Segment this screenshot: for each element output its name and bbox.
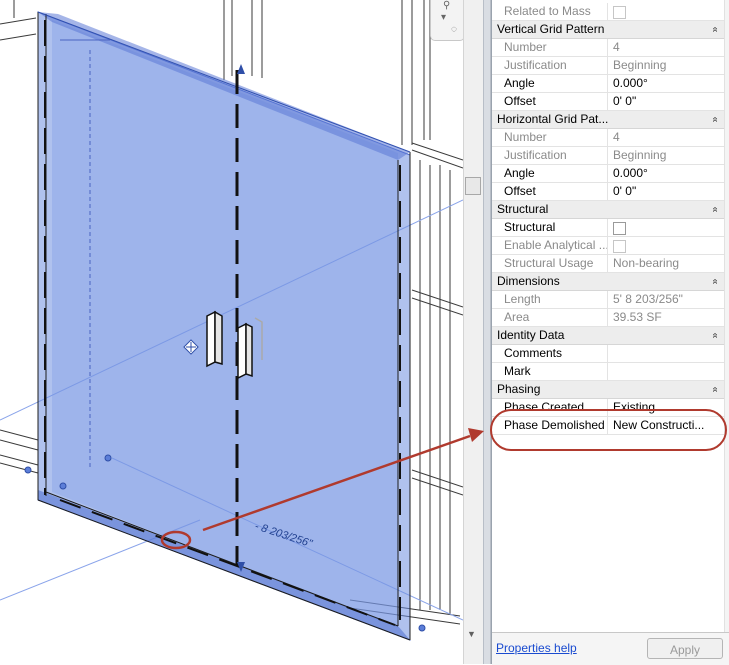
property-row: Enable Analytical ... [492,237,724,255]
group-label: Vertical Grid Pattern [497,22,605,36]
drawing-viewport[interactable]: - 8 203/256" [0,0,463,664]
chevron-down-icon[interactable]: ▾ [441,12,446,23]
panel-splitter[interactable] [483,0,491,664]
property-row: Structural Usage Non-bearing [492,255,724,273]
property-checkbox [613,6,626,20]
property-value: 4 [613,40,620,54]
property-row: Area 39.53 SF [492,309,724,327]
group-label: Horizontal Grid Pat... [497,112,609,126]
collapse-chevron-icon[interactable]: » [707,207,724,213]
property-row[interactable]: Phase Demolished New Constructi... [492,417,724,435]
property-checkbox-cell [609,237,724,254]
viewport-scrollbar-thumb[interactable] [465,177,481,195]
property-row: Length 5' 8 203/256" [492,291,724,309]
property-value[interactable]: Existing [609,399,724,416]
property-value: Non-bearing [613,256,680,270]
property-name: Offset [492,183,608,200]
property-value[interactable]: 0' 0" [609,183,724,200]
property-value[interactable] [609,363,724,380]
property-name: Phase Demolished [492,417,608,434]
property-name: Structural [492,219,608,236]
property-row: Number 4 [492,39,724,57]
flip-arrow-top-icon [237,64,245,74]
property-name: Structural Usage [492,255,608,272]
property-name: Number [492,39,608,56]
property-row[interactable]: Offset 0' 0" [492,183,724,201]
property-group-header[interactable]: Horizontal Grid Pat... » [492,111,724,129]
properties-palette: Related to Mass Vertical Grid Pattern » Num… [491,0,729,665]
property-checkbox[interactable] [613,222,626,236]
property-group-header[interactable]: Phasing » [492,381,724,399]
collapse-chevron-icon[interactable]: » [707,27,724,33]
property-row[interactable]: Mark [492,363,724,381]
zoom-icon[interactable]: ⚲ [443,0,450,11]
curtain-wall-drawing [0,0,463,641]
navigation-bar[interactable]: ⚲ ▾ ◌ [430,0,465,41]
property-group-header[interactable]: Structural » [492,201,724,219]
property-group-header[interactable]: Identity Data » [492,327,724,345]
property-value[interactable]: 0.000° [609,165,724,182]
group-label: Identity Data [497,328,565,342]
property-name: Number [492,129,608,146]
property-row[interactable]: Structural [492,219,724,237]
scroll-down-arrow-icon[interactable]: ▼ [467,629,476,639]
property-name: Mark [492,363,608,380]
property-row[interactable]: Offset 0' 0" [492,93,724,111]
property-name: Phase Created [492,399,608,416]
property-checkbox-cell[interactable] [609,219,724,236]
property-value[interactable] [609,345,724,362]
property-row: Related to Mass [492,3,724,21]
group-label: Structural [497,202,549,216]
viewport-scrollbar[interactable] [463,0,484,664]
property-row: Number 4 [492,129,724,147]
property-group-header[interactable]: Vertical Grid Pattern » [492,21,724,39]
property-value: 39.53 SF [613,310,662,324]
property-name: Length [492,291,608,308]
apply-button[interactable]: Apply [647,638,723,659]
property-name: Enable Analytical ... [492,237,608,254]
property-row: Justification Beginning [492,57,724,75]
properties-scrollbar[interactable] [724,0,729,632]
property-value: Beginning [613,58,667,72]
property-row[interactable]: Comments [492,345,724,363]
property-row: Justification Beginning [492,147,724,165]
property-checkbox [613,240,626,254]
property-group-header[interactable]: Dimensions » [492,273,724,291]
collapse-chevron-icon[interactable]: » [707,117,724,123]
property-name: Justification [492,57,608,74]
property-name: Comments [492,345,608,362]
collapse-chevron-icon[interactable]: » [707,333,724,339]
property-value[interactable]: 0.000° [609,75,724,92]
property-value[interactable]: New Constructi... [609,417,724,434]
property-row[interactable]: Phase Created Existing [492,399,724,417]
property-name: Justification [492,147,608,164]
property-value: 5' 8 203/256" [613,292,683,306]
property-row[interactable]: Angle 0.000° [492,165,724,183]
property-row[interactable]: Angle 0.000° [492,75,724,93]
collapse-chevron-icon[interactable]: » [707,279,724,285]
property-name: Area [492,309,608,326]
property-value[interactable]: 0' 0" [609,93,724,110]
property-name: Angle [492,165,608,182]
property-value: Beginning [613,148,667,162]
properties-footer: Properties help Apply [492,632,729,665]
group-label: Dimensions [497,274,560,288]
collapse-chevron-icon[interactable]: » [707,387,724,393]
settings-circle-icon[interactable]: ◌ [451,24,457,35]
properties-help-link[interactable]: Properties help [496,641,577,655]
property-name: Angle [492,75,608,92]
property-checkbox-cell [609,3,724,20]
group-label: Phasing [497,382,541,396]
property-name: Related to Mass [492,3,608,20]
property-value: 4 [613,130,620,144]
property-name: Offset [492,93,608,110]
